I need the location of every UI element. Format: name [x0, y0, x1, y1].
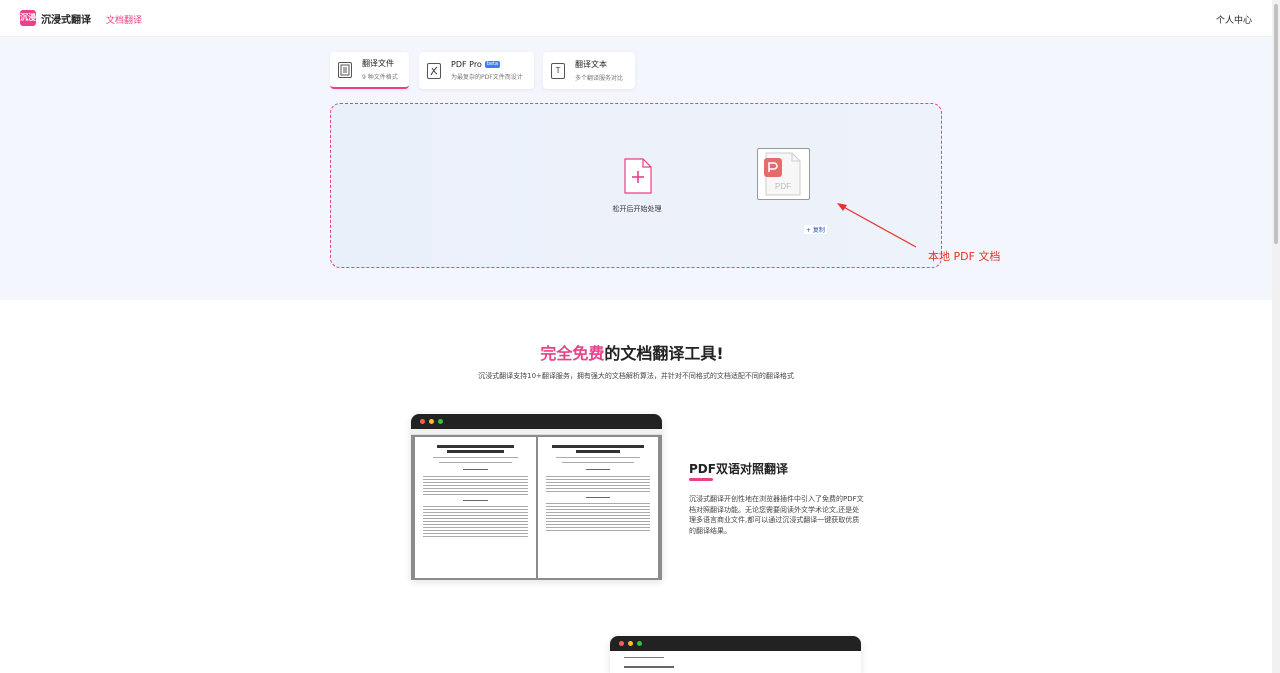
drop-hint-text: 松开后开始处理 [612, 205, 662, 213]
top-header: 沉浸 沉浸式翻译 文档翻译 个人中心 [0, 0, 1272, 37]
maximize-dot-icon [637, 641, 642, 646]
page-scrollbar[interactable] [1272, 0, 1280, 673]
original-page [415, 437, 536, 578]
nav-link-document-translate[interactable]: 文档翻译 [106, 13, 142, 26]
upload-section: 翻译文件 9 种文件格式 PDF Pro beta 为最复杂的PDF文件而设计 … [0, 37, 1272, 300]
file-stack-icon [338, 61, 352, 78]
tab-subtitle: 9 种文件格式 [362, 74, 398, 81]
beta-badge: beta [484, 61, 501, 68]
mock-content [610, 651, 861, 673]
tab-title: PDF Pro [451, 60, 482, 69]
logo-icon: 沉浸 [20, 10, 36, 26]
tab-subtitle: 为最复杂的PDF文件而设计 [451, 74, 523, 81]
tab-translate-text[interactable]: T 翻译文本 多个翻译服务对比 [543, 52, 635, 89]
hero-subtitle: 沉浸式翻译支持10+翻译服务，拥有强大的文档解析算法，并针对不同格式的文档适配不… [478, 372, 794, 380]
translated-page [537, 437, 658, 578]
title-underline [689, 478, 713, 481]
pdf-file-icon: PDF [764, 152, 801, 196]
tab-title: 翻译文本 [575, 60, 607, 69]
svg-text:PDF: PDF [775, 182, 791, 191]
maximize-dot-icon [438, 419, 443, 424]
tab-translate-file[interactable]: 翻译文件 9 种文件格式 [330, 52, 409, 89]
tab-title: 翻译文件 [362, 59, 394, 68]
window-titlebar [610, 636, 861, 651]
minimize-dot-icon [628, 641, 633, 646]
feature-description: 沉浸式翻译开创性地在浏览器插件中引入了免费的PDF文档对照翻译功能。无论您需要阅… [689, 495, 864, 535]
tab-subtitle: 多个翻译服务对比 [575, 75, 624, 82]
close-dot-icon [619, 641, 624, 646]
tab-pdf-pro[interactable]: PDF Pro beta 为最复杂的PDF文件而设计 [419, 52, 534, 89]
second-feature-screenshot [610, 636, 861, 673]
page: 沉浸 沉浸式翻译 文档翻译 个人中心 翻译文件 9 种文件格式 PDF Pro … [0, 0, 1280, 673]
pdf-icon [427, 62, 441, 79]
text-T-icon: T [551, 62, 565, 79]
dragged-pdf-file: PDF [757, 148, 810, 200]
scrollbar-thumb[interactable] [1274, 4, 1278, 244]
feature-title: PDF双语对照翻译 [689, 462, 788, 476]
hero-title: 完全免费的文档翻译工具! [540, 344, 724, 363]
minimize-dot-icon [429, 419, 434, 424]
annotation-arrow-icon [837, 203, 917, 248]
logo[interactable]: 沉浸 沉浸式翻译 [20, 10, 91, 26]
file-plus-icon [624, 158, 652, 194]
window-titlebar [411, 414, 662, 429]
annotation-label: 本地 PDF 文档 [928, 250, 1001, 263]
copy-cursor-badge: + 复制 [804, 225, 827, 234]
viewer-pages [411, 435, 662, 580]
pdf-bilingual-screenshot [411, 414, 662, 580]
user-center-link[interactable]: 个人中心 [1216, 13, 1252, 26]
close-dot-icon [420, 419, 425, 424]
logo-text: 沉浸式翻译 [41, 14, 91, 26]
